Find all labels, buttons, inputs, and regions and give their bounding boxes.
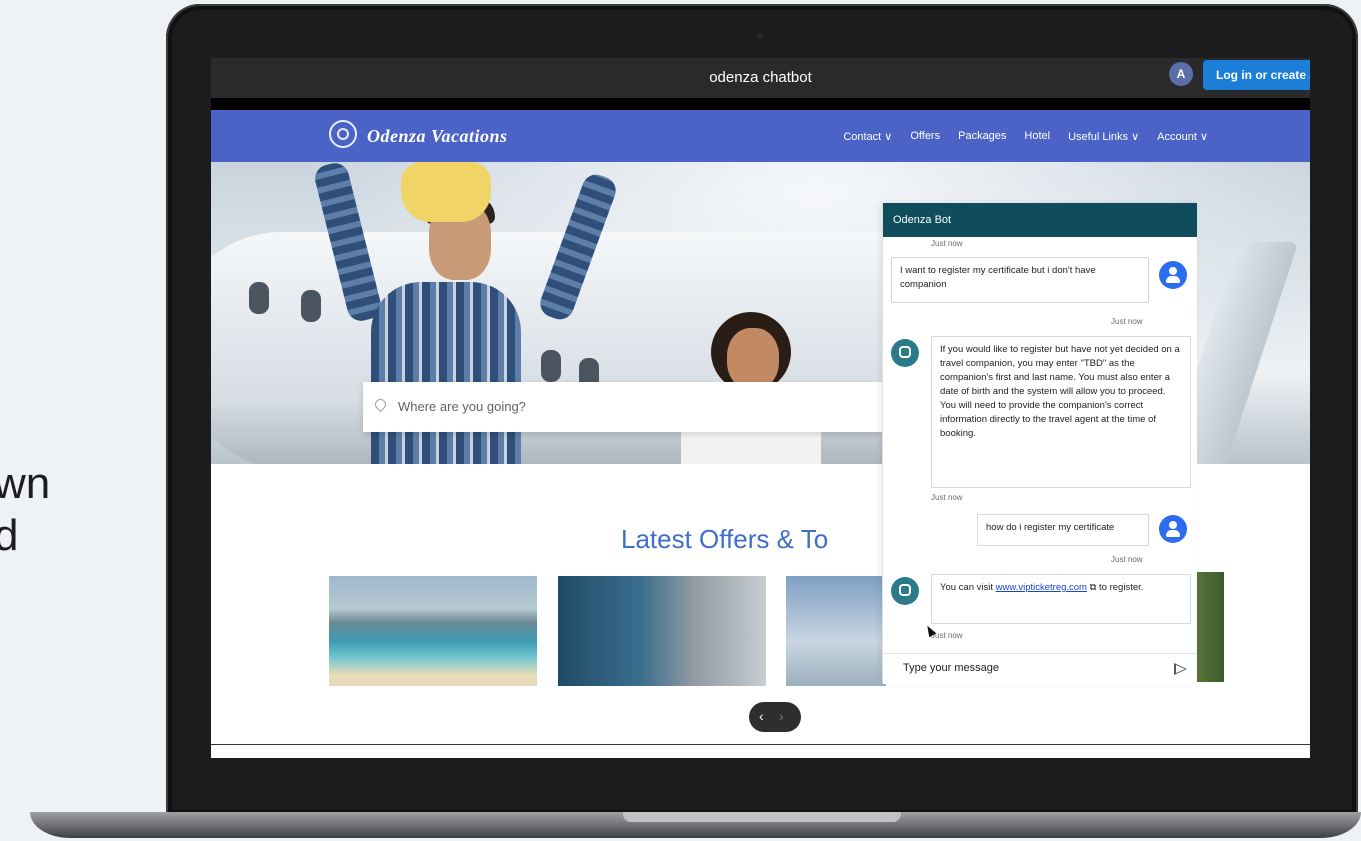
browser-topbar: odenza chatbot A Log in or create a [211, 58, 1310, 98]
user-message: how do i register my certificate [977, 514, 1149, 546]
plane-window [301, 290, 321, 322]
brand-logo-icon[interactable] [329, 120, 357, 148]
side-caption: wn d [0, 458, 50, 562]
nav-contact[interactable]: Contact ∨ [843, 130, 892, 143]
woman-face [727, 328, 779, 390]
user-message: I want to register my certificate but i … [891, 257, 1149, 303]
nav-useful-links[interactable]: Useful Links ∨ [1068, 130, 1139, 143]
chat-input-placeholder: Type your message [903, 662, 999, 674]
nav-hotel[interactable]: Hotel [1024, 130, 1050, 143]
message-timestamp: Just now [1111, 317, 1143, 326]
nav-offers[interactable]: Offers [910, 130, 940, 143]
search-placeholder: Where are you going? [398, 399, 526, 414]
laptop-screen: odenza chatbot A Log in or create a Oden… [211, 58, 1310, 758]
chatbot-header: Odenza Bot [883, 203, 1197, 237]
bot-avatar-icon [891, 339, 919, 367]
nav-account[interactable]: Account ∨ [1157, 130, 1208, 143]
screen-divider [211, 744, 1310, 745]
brand-name[interactable]: Odenza Vacations [367, 126, 508, 147]
chatbot-window: Odenza Bot Just now I want to register m… [882, 203, 1197, 684]
destination-search-input[interactable]: Where are you going? [363, 382, 883, 432]
bot-message: If you would like to register but have n… [931, 336, 1191, 488]
registration-link[interactable]: www.vipticketreg.com [996, 582, 1087, 593]
laptop-notch [623, 812, 901, 822]
message-timestamp: Just now [931, 239, 963, 248]
bot-message: You can visit www.vipticketreg.com ⧉ to … [931, 574, 1191, 624]
user-avatar-icon [1159, 261, 1187, 289]
send-icon[interactable] [1174, 663, 1187, 675]
side-caption-line: wn [0, 459, 51, 508]
message-timestamp: Just now [931, 493, 963, 502]
plane-window [541, 350, 561, 382]
child-figure [401, 162, 491, 222]
nav-packages[interactable]: Packages [958, 130, 1006, 143]
prev-arrow-icon[interactable]: ‹ [759, 708, 764, 724]
avatar[interactable]: A [1169, 62, 1193, 86]
offers-heading: Latest Offers & To [621, 524, 829, 554]
site-navbar: Odenza Vacations Contact ∨ Offers Packag… [211, 110, 1310, 162]
nav-links: Contact ∨ Offers Packages Hotel Useful L… [843, 130, 1208, 143]
man-figure [371, 282, 521, 464]
chat-message-input[interactable]: Type your message [883, 653, 1197, 684]
camera-icon [757, 33, 763, 39]
offer-card-sky[interactable] [786, 576, 886, 686]
side-caption-line: d [0, 511, 19, 560]
offer-card-couple[interactable] [558, 576, 766, 686]
bot-avatar-icon [891, 577, 919, 605]
plane-window [249, 282, 269, 314]
user-avatar-icon [1159, 515, 1187, 543]
bot-message-text: ⧉ to register. [1086, 582, 1144, 593]
next-arrow-icon[interactable]: › [779, 708, 784, 724]
bot-message-text: You can visit [940, 582, 996, 593]
slide-pager: ‹ › [749, 702, 801, 732]
message-timestamp: Just now [1111, 555, 1143, 564]
location-pin-icon [372, 396, 389, 413]
offer-card-beach[interactable] [329, 576, 537, 686]
login-button[interactable]: Log in or create a [1203, 60, 1310, 90]
window-title: odenza chatbot [709, 69, 812, 86]
